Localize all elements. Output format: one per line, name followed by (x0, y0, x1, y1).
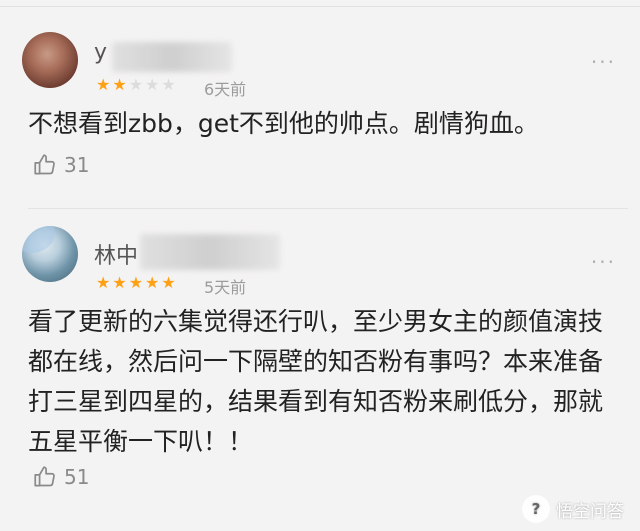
username[interactable]: y (94, 40, 107, 65)
review-card: 林中 ★ ★ ★ ★ ★ 5天前 ··· 看了更新的六集觉得还行叭，至少男女主的… (0, 214, 640, 531)
star-icon: ★ (96, 75, 111, 94)
more-dots-icon[interactable]: ··· (591, 250, 616, 274)
username-redaction (140, 234, 280, 270)
thumbs-up-icon (32, 152, 58, 178)
avatar[interactable] (22, 226, 78, 282)
review-card: y ★ ★ ★ ★ ★ 6天前 ··· 不想看到zbb，get不到他的帅点。剧情… (0, 24, 640, 209)
review-content: 不想看到zbb，get不到他的帅点。剧情狗血。 (28, 109, 539, 138)
like-button[interactable]: 51 (32, 464, 89, 490)
divider (28, 208, 628, 209)
username[interactable]: 林中 (94, 238, 138, 270)
top-divider (0, 0, 640, 7)
like-count: 51 (64, 465, 90, 489)
more-dots-icon[interactable]: ··· (591, 50, 616, 74)
star-icon: ★ (112, 75, 127, 94)
rating-stars: ★ ★ ★ ★ ★ (96, 77, 176, 93)
username-redaction (112, 42, 232, 72)
star-icon: ★ (145, 273, 160, 292)
wukong-logo-icon: ? (522, 495, 550, 523)
star-icon: ★ (112, 273, 127, 292)
review-content: 看了更新的六集觉得还行叭，至少男女主的颜值演技都在线，然后问一下隔壁的知否粉有事… (28, 307, 604, 456)
watermark: ? 悟空问答 (522, 495, 624, 523)
like-button[interactable]: 31 (32, 152, 89, 178)
star-icon: ★ (161, 75, 176, 94)
star-icon: ★ (145, 75, 160, 94)
like-count: 31 (64, 153, 90, 177)
star-icon: ★ (96, 273, 111, 292)
review-time: 6天前 (204, 80, 247, 99)
rating-stars: ★ ★ ★ ★ ★ (96, 275, 176, 291)
review-time: 5天前 (204, 278, 247, 297)
star-icon: ★ (128, 273, 144, 292)
star-icon: ★ (128, 75, 144, 94)
watermark-text: 悟空问答 (556, 501, 624, 522)
avatar[interactable] (22, 32, 78, 88)
star-icon: ★ (161, 273, 176, 292)
thumbs-up-icon (32, 464, 58, 490)
